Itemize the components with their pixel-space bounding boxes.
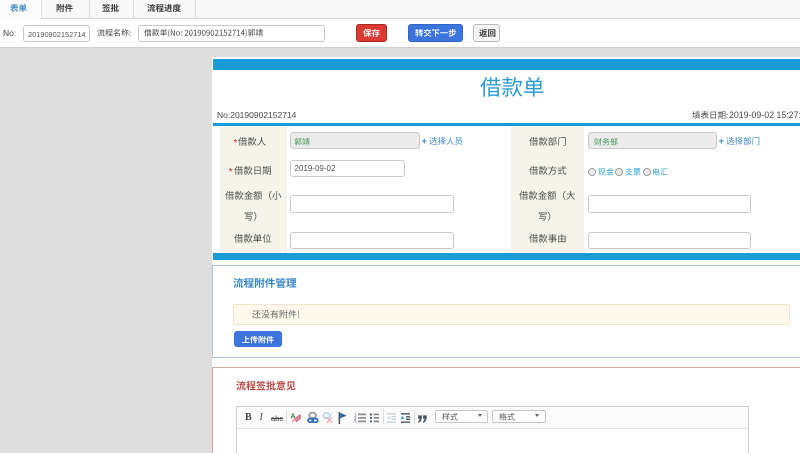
svg-text:3: 3 <box>354 419 357 423</box>
